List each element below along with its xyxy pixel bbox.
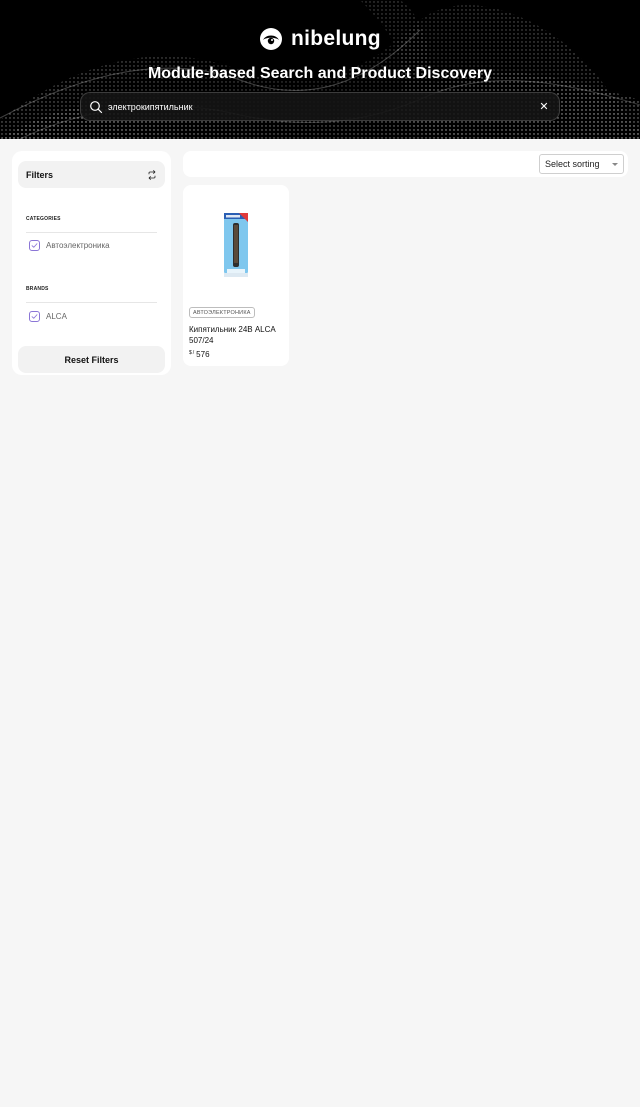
category-badge: АВТОЭЛЕКТРОНИКА: [189, 307, 255, 318]
brand-label: ALCA: [46, 312, 67, 321]
brand-checkbox[interactable]: [29, 311, 40, 322]
search-icon: [90, 100, 103, 113]
product-price: $ / 576: [189, 350, 210, 359]
category-filter-option[interactable]: Автоэлектроника: [29, 240, 110, 251]
filters-title: Filters: [26, 169, 54, 180]
category-label: Автоэлектроника: [46, 241, 110, 250]
category-checkbox[interactable]: [29, 240, 40, 251]
categories-divider: [26, 232, 157, 233]
product-card[interactable]: АВТОЭЛЕКТРОНИКА Кипятильник 24В ALCA 507…: [183, 185, 289, 366]
page-title: Module-based Search and Product Discover…: [147, 65, 493, 82]
hero-header: nibelung Module-based Search and Product…: [0, 0, 640, 139]
product-image[interactable]: [221, 213, 251, 277]
brands-divider: [26, 302, 157, 303]
brand-filter-option[interactable]: ALCA: [29, 311, 67, 322]
filters-sidebar: Filters CATEGORIES Автоэлектроника BRAND…: [12, 151, 171, 375]
product-title[interactable]: Кипятильник 24В ALCA 507/24: [189, 325, 284, 346]
categories-heading: CATEGORIES: [26, 216, 61, 222]
sort-select[interactable]: Select sorting: [539, 154, 624, 174]
sort-select-value: Select sorting: [545, 159, 600, 169]
price-separator: /: [192, 350, 195, 356]
logo-wordmark: nibelung: [291, 27, 381, 50]
results-toolbar: Select sorting: [183, 151, 628, 177]
filters-header[interactable]: Filters: [18, 161, 165, 188]
checkmark-icon: [31, 243, 38, 248]
reset-filters-button[interactable]: Reset Filters: [18, 346, 165, 373]
eye-logo-icon: [260, 28, 283, 50]
checkmark-icon: [31, 314, 38, 319]
clear-search-button[interactable]: ✕: [534, 97, 554, 117]
search-bar[interactable]: ✕: [80, 92, 560, 121]
refresh-icon[interactable]: [147, 169, 157, 180]
caret-down-icon: [612, 163, 618, 166]
price-value: 576: [196, 350, 210, 359]
brand-logo[interactable]: nibelung: [0, 27, 640, 51]
brands-heading: BRANDS: [26, 286, 49, 292]
currency-symbol: $: [189, 350, 192, 356]
search-input[interactable]: [103, 101, 534, 112]
